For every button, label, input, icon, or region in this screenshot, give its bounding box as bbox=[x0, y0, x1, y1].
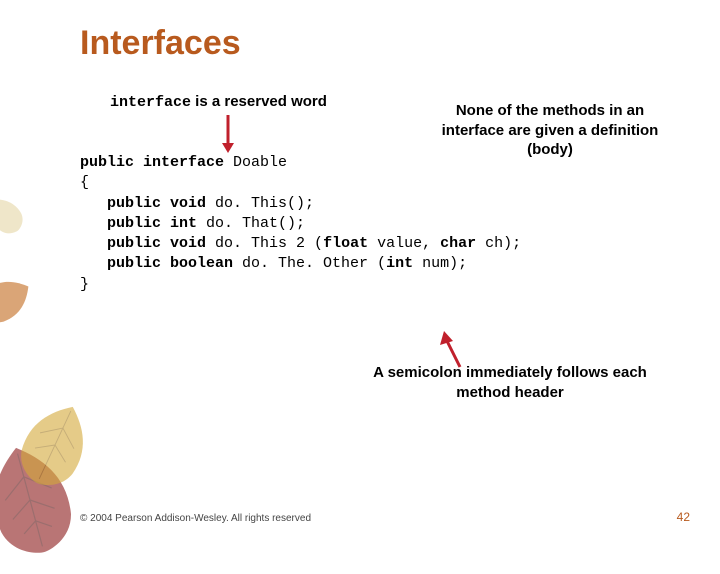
callout-text: is a reserved word bbox=[191, 93, 327, 110]
code-text: } bbox=[80, 276, 89, 293]
leaf-decoration bbox=[0, 183, 37, 246]
page-number: 42 bbox=[677, 510, 690, 524]
callout-no-body: None of the methods in an interface are … bbox=[440, 101, 660, 160]
code-kw: char bbox=[440, 235, 476, 252]
code-kw: float bbox=[323, 235, 368, 252]
code-text: do. This 2 ( bbox=[206, 235, 323, 252]
code-text: ch); bbox=[476, 235, 521, 252]
slide: Interfaces interface is a reserved word … bbox=[0, 0, 720, 540]
callout-semicolon: A semicolon immediately follows each met… bbox=[370, 363, 650, 402]
code-text: value, bbox=[368, 235, 440, 252]
callout-keyword: interface bbox=[110, 94, 191, 111]
code-kw: public int bbox=[80, 215, 197, 232]
code-kw: public void bbox=[80, 235, 206, 252]
code-kw: int bbox=[386, 255, 413, 272]
footer: © 2004 Pearson Addison-Wesley. All right… bbox=[80, 510, 690, 524]
page-title: Interfaces bbox=[80, 24, 670, 63]
arrow-down-icon bbox=[220, 115, 236, 153]
code-text: do. The. Other ( bbox=[233, 255, 386, 272]
code-text: num); bbox=[413, 255, 467, 272]
code-text: do. This(); bbox=[206, 195, 314, 212]
leaf-decoration bbox=[0, 259, 46, 341]
code-text: do. That(); bbox=[197, 215, 305, 232]
code-kw: public interface bbox=[80, 154, 224, 171]
code-kw: public void bbox=[80, 195, 206, 212]
copyright-text: © 2004 Pearson Addison-Wesley. All right… bbox=[80, 513, 311, 524]
content-area: interface is a reserved word None of the… bbox=[80, 93, 670, 295]
code-block: public interface Doable { public void do… bbox=[80, 153, 670, 295]
code-text: Doable bbox=[224, 154, 287, 171]
code-kw: public boolean bbox=[80, 255, 233, 272]
code-text: { bbox=[80, 174, 89, 191]
